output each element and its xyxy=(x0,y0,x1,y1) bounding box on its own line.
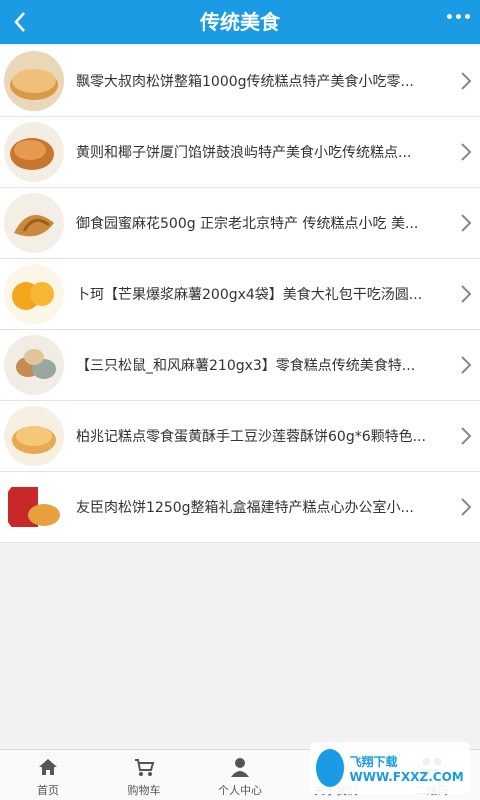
product-thumbnail xyxy=(4,406,64,466)
product-thumbnail xyxy=(4,51,64,111)
product-thumbnail xyxy=(4,122,64,182)
list-item[interactable]: 友臣肉松饼1250g整箱礼盒福建特产糕点心办公室小... xyxy=(0,472,480,543)
list-item[interactable]: 柏兆记糕点零食蛋黄酥手工豆沙莲蓉酥饼60g*6颗特色... xyxy=(0,401,480,472)
dot xyxy=(465,14,470,19)
chevron-right-icon xyxy=(461,498,472,516)
chevron-right-icon xyxy=(461,427,472,445)
chevron-right-icon xyxy=(461,285,472,303)
product-thumbnail xyxy=(4,335,64,395)
product-title: 友臣肉松饼1250g整箱礼盒福建特产糕点心办公室小... xyxy=(76,500,414,516)
back-button[interactable] xyxy=(8,8,32,36)
dot xyxy=(456,14,461,19)
tab-label: 首页 xyxy=(37,784,59,797)
chevron-right-icon xyxy=(461,143,472,161)
product-title: 柏兆记糕点零食蛋黄酥手工豆沙莲蓉酥饼60g*6颗特色... xyxy=(76,429,426,445)
product-thumbnail xyxy=(4,477,64,537)
product-thumbnail xyxy=(4,264,64,324)
user-icon xyxy=(231,758,249,777)
cart-icon xyxy=(135,759,155,776)
product-title: 黄则和椰子饼厦门馅饼鼓浪屿特产美食小吃传统糕点... xyxy=(76,145,412,161)
list-item[interactable]: 飘零大叔肉松饼整箱1000g传统糕点特产美食小吃零... xyxy=(0,46,480,117)
page-title: 传统美食 xyxy=(200,10,280,34)
product-title: 御食园蜜麻花500g 正宗老北京特产 传统糕点小吃 美... xyxy=(76,216,419,232)
dot xyxy=(447,14,452,19)
watermark-logo: 飞翔下载 WWW.FXXZ.COM xyxy=(310,742,470,794)
tab-cart[interactable]: 购物车 xyxy=(96,750,192,800)
watermark-logo-text: 飞翔下载 WWW.FXXZ.COM xyxy=(349,754,464,784)
list-item[interactable]: 御食园蜜麻花500g 正宗老北京特产 传统糕点小吃 美... xyxy=(0,188,480,259)
chevron-right-icon xyxy=(461,72,472,90)
back-arrow-icon xyxy=(14,12,25,32)
more-menu-button[interactable] xyxy=(447,14,470,19)
product-title: 卜珂【芒果爆浆麻薯200gx4袋】美食大礼包干吃汤圆... xyxy=(76,287,423,303)
tab-label: 个人中心 xyxy=(218,784,262,797)
chevron-right-icon xyxy=(461,214,472,232)
tab-profile[interactable]: 个人中心 xyxy=(192,750,288,800)
tab-label: 购物车 xyxy=(127,784,161,797)
list-item[interactable]: 卜珂【芒果爆浆麻薯200gx4袋】美食大礼包干吃汤圆... xyxy=(0,259,480,330)
product-title: 飘零大叔肉松饼整箱1000g传统糕点特产美食小吃零... xyxy=(76,74,414,90)
watermark-logo-icon xyxy=(316,749,344,787)
list-item[interactable]: 黄则和椰子饼厦门馅饼鼓浪屿特产美食小吃传统糕点... xyxy=(0,117,480,188)
tab-home[interactable]: 首页 xyxy=(0,750,96,800)
product-list: 飘零大叔肉松饼整箱1000g传统糕点特产美食小吃零... 黄则和椰子饼厦门馅饼鼓… xyxy=(0,46,480,543)
home-icon xyxy=(39,759,57,775)
app-header: 传统美食 xyxy=(0,0,480,44)
chevron-right-icon xyxy=(461,356,472,374)
product-title: 【三只松鼠_和风麻薯210gx3】零食糕点传统美食特... xyxy=(76,358,416,374)
list-item[interactable]: 【三只松鼠_和风麻薯210gx3】零食糕点传统美食特... xyxy=(0,330,480,401)
product-thumbnail xyxy=(4,193,64,253)
